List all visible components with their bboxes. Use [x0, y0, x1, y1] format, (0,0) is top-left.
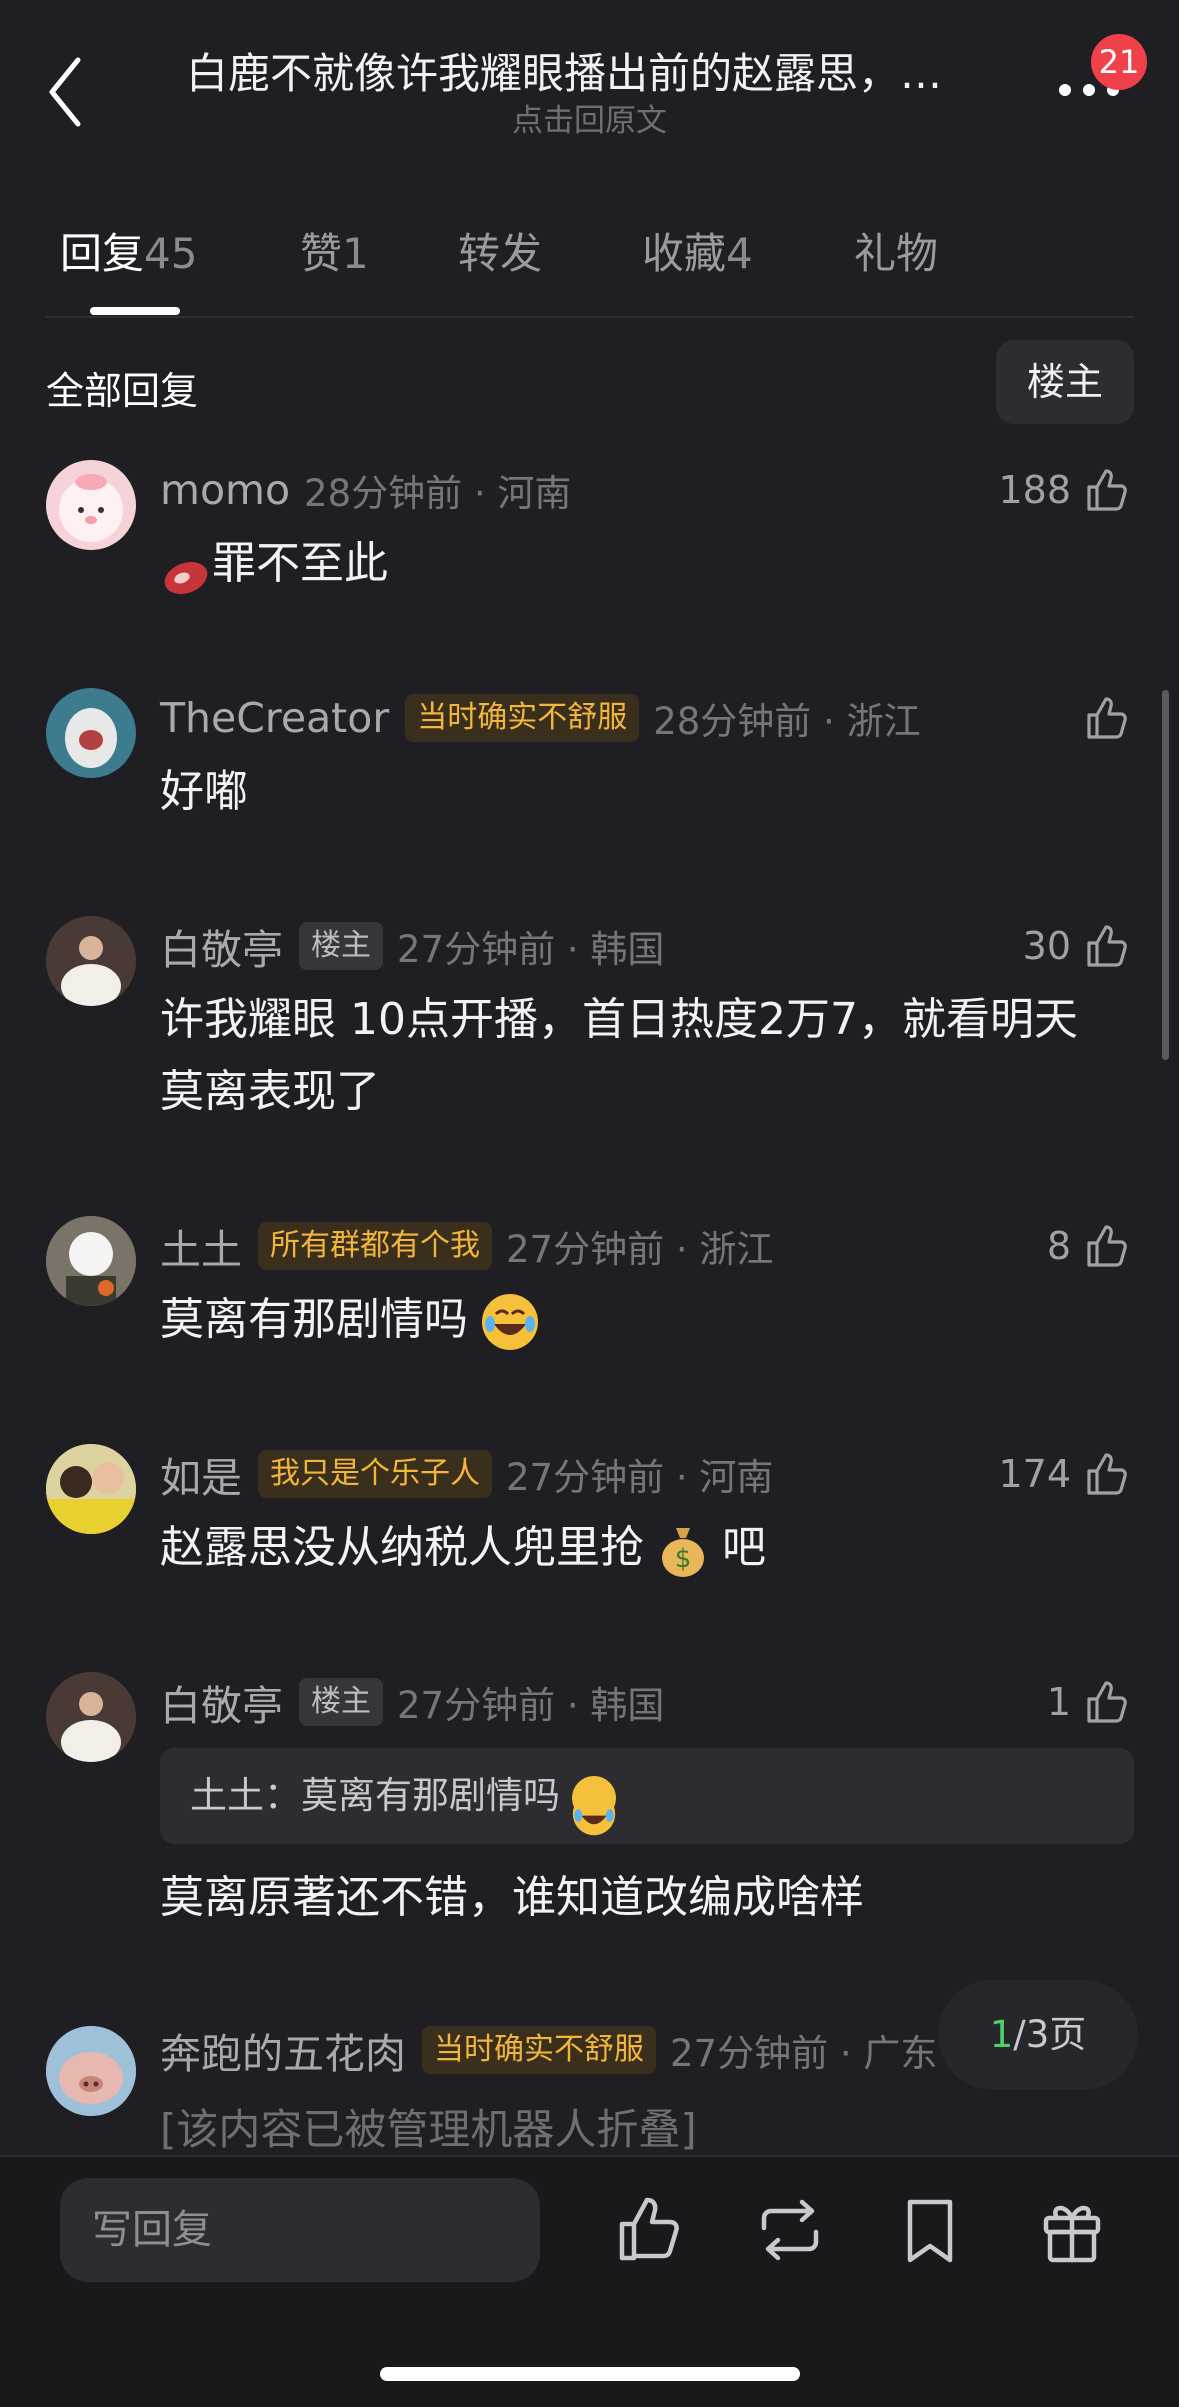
comment-meta: momo 28分钟前 · 河南 [160, 460, 571, 520]
tab-count: 4 [726, 229, 753, 278]
folded-comment-text: [该内容已被管理机器人折叠] [160, 2105, 697, 2154]
like-button[interactable]: 1 [1047, 1674, 1131, 1730]
tab-label: 礼物 [854, 229, 939, 278]
like-count: 30 [1022, 924, 1071, 968]
tab-label: 收藏 [642, 229, 727, 278]
like-button[interactable]: 188 [998, 462, 1131, 518]
timestamp: 28分钟前 · 浙江 [653, 700, 921, 743]
tab-count: 45 [144, 229, 198, 278]
timestamp: 28分钟前 · 河南 [304, 472, 572, 515]
timestamp: 27分钟前 · 浙江 [506, 1228, 774, 1271]
page-indicator[interactable]: 1/3页 [938, 1980, 1138, 2090]
steak-emoji-icon [160, 546, 212, 594]
avatar[interactable] [46, 1672, 136, 1762]
thumbs-up-icon [1087, 697, 1127, 739]
thumbs-up-icon [1087, 1225, 1127, 1267]
username[interactable]: momo [160, 466, 290, 514]
timestamp: 27分钟前 · 河南 [506, 1456, 774, 1499]
back-to-original-link[interactable]: 点击回原文 [0, 95, 1179, 140]
timestamp: 27分钟前 · 广东 [670, 2032, 938, 2075]
post-title[interactable]: 白鹿不就像许我耀眼播出前的赵露思，… [186, 40, 1016, 101]
comment-meta: 土土 所有群都有个我 27分钟前 · 浙江 [160, 1216, 773, 1276]
username[interactable]: 奔跑的五花肉 [160, 2020, 406, 2080]
comment-meta: 白敬亭 楼主 27分钟前 · 韩国 [160, 916, 664, 976]
like-count: 1 [1046, 1680, 1071, 1724]
section-title: 全部回复 [46, 369, 199, 413]
like-button[interactable]: 30 [1023, 918, 1131, 974]
tab-label: 赞 [300, 229, 343, 278]
comment-meta: TheCreator 当时确实不舒服 28分钟前 · 浙江 [160, 688, 921, 748]
money-bag-emoji-icon: $ [658, 1522, 708, 1578]
username[interactable]: 如是 [160, 1444, 242, 1504]
active-tab-indicator [90, 307, 180, 315]
like-count: 174 [998, 1452, 1071, 1496]
avatar[interactable] [46, 1216, 136, 1306]
comment-text: 莫离有那剧情吗 [160, 1284, 1120, 1356]
comment-meta: 白敬亭 楼主 27分钟前 · 韩国 [160, 1672, 664, 1732]
avatar[interactable] [46, 1444, 136, 1534]
user-badge: 所有群都有个我 [258, 1222, 492, 1270]
tab-gifts[interactable]: 礼物 [854, 220, 938, 281]
bookmark-icon[interactable] [890, 2190, 970, 2270]
tab-count: 1 [342, 229, 369, 278]
notification-badge: 21 [1091, 34, 1147, 90]
tab-reposts[interactable]: 转发 [458, 220, 542, 281]
username[interactable]: 土土 [160, 1216, 242, 1276]
op-badge: 楼主 [299, 1678, 383, 1726]
like-button[interactable]: 174 [998, 1446, 1131, 1502]
like-button[interactable]: 8 [1047, 1218, 1131, 1274]
comment-meta: 如是 我只是个乐子人 27分钟前 · 河南 [160, 1444, 773, 1504]
user-badge: 我只是个乐子人 [258, 1450, 492, 1498]
op-badge: 楼主 [299, 922, 383, 970]
user-badge: 当时确实不舒服 [422, 2026, 656, 2074]
username[interactable]: 白敬亭 [160, 916, 283, 976]
repost-icon[interactable] [750, 2190, 830, 2270]
laughing-tears-emoji-icon [482, 1294, 538, 1350]
divider [46, 316, 1134, 318]
laughing-tears-emoji-icon [571, 1775, 616, 1835]
thumbs-up-icon [1087, 469, 1127, 511]
home-indicator[interactable] [380, 2367, 800, 2381]
thumbs-up-icon [1087, 1681, 1127, 1723]
timestamp: 27分钟前 · 韩国 [397, 1684, 665, 1727]
total-pages: /3页 [1013, 2013, 1087, 2056]
tab-replies[interactable]: 回复45 [60, 220, 197, 281]
tab-label: 转发 [458, 229, 543, 278]
like-count: 188 [998, 468, 1071, 512]
comment-text: 赵露思没从纳税人兜里抢 $ 吧 [160, 1512, 1120, 1584]
avatar[interactable] [46, 2026, 136, 2116]
tab-favorites[interactable]: 收藏4 [642, 220, 753, 281]
timestamp: 27分钟前 · 韩国 [397, 928, 665, 971]
comment-text: 许我耀眼 10点开播，首日热度2万7，就看明天莫离表现了 [160, 994, 1078, 1117]
like-button[interactable] [1071, 690, 1131, 746]
username[interactable]: TheCreator [160, 694, 389, 742]
reply-input[interactable]: 写回复 [60, 2178, 540, 2282]
comment-text: 罪不至此 [160, 528, 1120, 600]
quoted-reply[interactable]: 土土：莫离有那剧情吗 [160, 1748, 1134, 1844]
current-page: 1 [989, 2013, 1014, 2056]
user-badge: 当时确实不舒服 [405, 694, 640, 742]
comment-text: 好嘟 [160, 766, 248, 817]
avatar[interactable] [46, 916, 136, 1006]
username[interactable]: 白敬亭 [160, 1672, 283, 1732]
op-only-filter-button[interactable]: 楼主 [996, 340, 1134, 424]
like-count: 8 [1046, 1224, 1071, 1268]
avatar[interactable] [46, 460, 136, 550]
comment-text: 莫离原著还不错，谁知道改编成啥样 [160, 1872, 864, 1923]
thumbs-up-icon [1087, 925, 1127, 967]
avatar[interactable] [46, 688, 136, 778]
comment-meta: 奔跑的五花肉 当时确实不舒服 27分钟前 · 广东 [160, 2020, 940, 2080]
thumbs-up-icon [1087, 1453, 1127, 1495]
like-post-icon[interactable] [608, 2190, 688, 2270]
gift-icon[interactable] [1032, 2190, 1112, 2270]
tab-likes[interactable]: 赞1 [300, 220, 369, 281]
svg-text:$: $ [675, 1544, 692, 1574]
tab-label: 回复 [60, 229, 145, 278]
scrollbar[interactable] [1162, 690, 1169, 1060]
